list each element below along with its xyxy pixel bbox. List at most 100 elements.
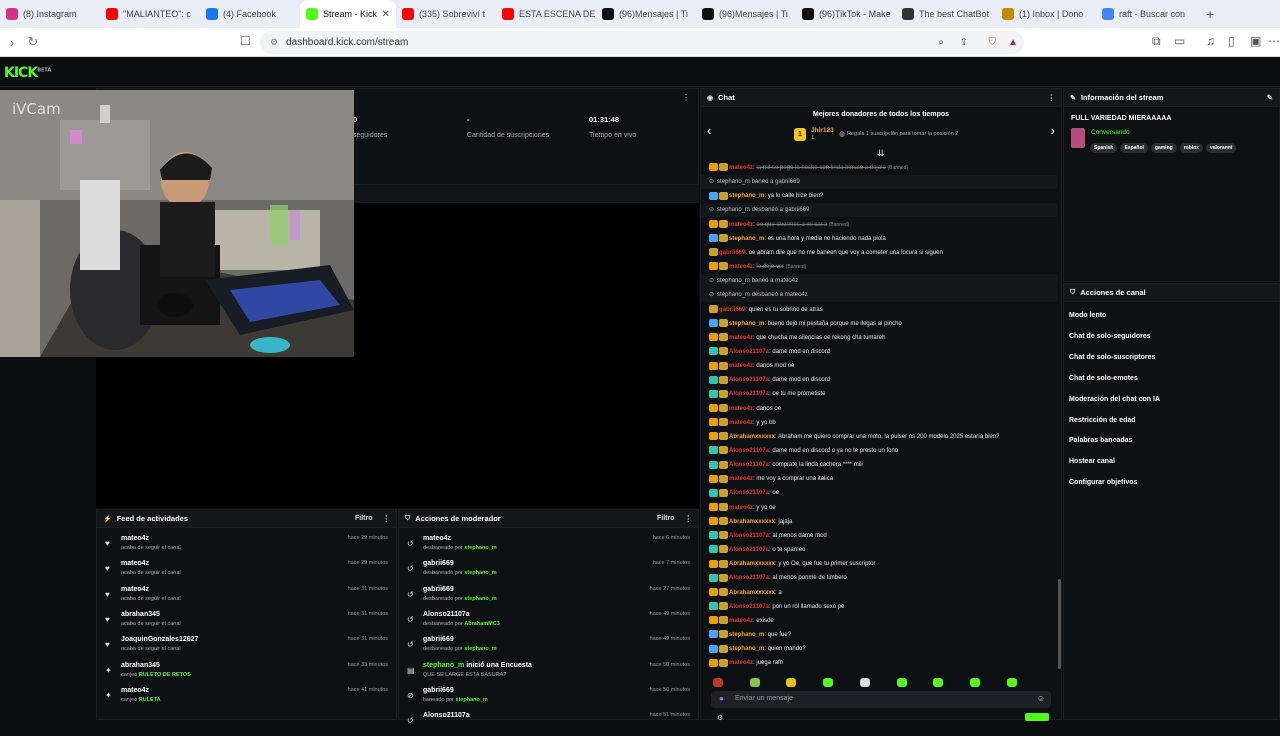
chat-username[interactable]: gabrii669 bbox=[719, 307, 745, 313]
browser-tab[interactable]: (4) Facebook bbox=[200, 0, 300, 28]
emote-icon[interactable] bbox=[933, 678, 944, 687]
channel-action-item[interactable]: Chat de solo-seguidores bbox=[1069, 333, 1151, 340]
close-tab-icon[interactable]: ✕ bbox=[382, 9, 390, 20]
browser-tab[interactable]: raft - Buscar con bbox=[1096, 0, 1196, 28]
chat-message[interactable]: Alonso21107a: al menos ponme de timbero bbox=[701, 571, 1057, 585]
menu-icon[interactable]: ⋯ bbox=[1268, 34, 1280, 48]
chat-username[interactable]: mateo4z bbox=[729, 660, 753, 666]
brave-rewards-icon[interactable]: ▲ bbox=[1008, 37, 1018, 48]
chat-username[interactable]: Alonso21107a bbox=[729, 547, 769, 553]
chat-username[interactable]: mateo4z bbox=[729, 222, 753, 228]
chat-username[interactable]: mateo4z bbox=[729, 363, 753, 369]
chat-username[interactable]: Alonso21107a bbox=[729, 448, 769, 454]
mod-user-name[interactable]: gabrii669 bbox=[423, 687, 454, 694]
chat-message[interactable]: Alonso21107a: dame mod en discord bbox=[701, 373, 1057, 387]
chat-username[interactable]: Alonso21107a bbox=[729, 575, 769, 581]
chat-message[interactable]: ⊘ stephano_m desbaneó a mateo4z bbox=[701, 288, 1057, 303]
activity-item[interactable]: ♥ JoaquinGonzales12627 acaba de seguir el … bbox=[97, 635, 396, 660]
channel-action-item[interactable]: Chat de solo-emotes bbox=[1069, 375, 1138, 382]
activity-item[interactable]: ♥ mateo4z acaba de seguir el canal hace 31 … bbox=[97, 585, 396, 610]
extensions-icon[interactable]: ⧉ bbox=[1152, 34, 1161, 49]
emote-icon[interactable] bbox=[786, 678, 797, 687]
chat-message[interactable]: mateo4z: le dejo ver (Banned) bbox=[701, 260, 1057, 274]
chat-username[interactable]: Alonso21107a bbox=[729, 391, 769, 397]
chat-username[interactable]: Alonso21107a bbox=[729, 349, 769, 355]
activity-item[interactable]: ♥ abrahan345 acaba de seguir el canal hace … bbox=[97, 610, 396, 635]
activity-filter-button[interactable]: Filtro bbox=[355, 515, 373, 522]
chat-message[interactable]: mateo4z: juega rafh bbox=[701, 656, 1057, 670]
emote-icon[interactable] bbox=[859, 678, 870, 687]
chat-message[interactable]: Abrahamxxxxxx: a bbox=[701, 586, 1057, 600]
chat-message[interactable]: Alonso21107a: oe bbox=[701, 486, 1057, 500]
chat-username[interactable]: Alonso21107a bbox=[729, 377, 769, 383]
activity-menu-icon[interactable]: ⋮ bbox=[383, 514, 391, 523]
chat-message[interactable]: Alonso21107a: al menos dame mod bbox=[701, 529, 1057, 543]
chat-username[interactable]: mateo4z bbox=[729, 618, 753, 624]
stream-tag[interactable]: valorannt bbox=[1205, 143, 1237, 153]
browser-tab[interactable]: (96)Mensajes | Ti bbox=[596, 0, 696, 28]
chat-message[interactable]: Abrahamxxxxxx: Abraham me quiero comprar… bbox=[701, 430, 1057, 444]
pause-chat-icon[interactable]: ⇊ bbox=[877, 148, 885, 159]
mod-user-name[interactable]: stephano_m bbox=[423, 662, 464, 669]
top-donor-cta[interactable]: Regala 1 suscripción para tomar la posic… bbox=[847, 131, 958, 137]
channel-action-item[interactable]: Modo lento bbox=[1069, 312, 1106, 319]
channel-action-item[interactable]: Configurar objetivos bbox=[1069, 479, 1137, 486]
mod-action-item[interactable]: ↺ mateo4z desbaneado por stephano_m hace 6 … bbox=[399, 534, 698, 559]
donors-next-icon[interactable]: › bbox=[1051, 123, 1055, 138]
chat-username[interactable]: Abrahamxxxxxx bbox=[729, 590, 775, 596]
chat-username[interactable]: Abrahamxxxxxx bbox=[729, 434, 775, 440]
reload-icon[interactable]: ↻ bbox=[21, 34, 45, 50]
share-icon[interactable]: ⇪ bbox=[960, 37, 968, 48]
chat-message[interactable]: stephano_m: bueno dejo mi pestaña porque… bbox=[701, 317, 1057, 331]
mod-action-by[interactable]: stephano_m bbox=[455, 697, 487, 703]
browser-tab[interactable]: (335) Sobreviví t bbox=[396, 0, 496, 28]
chat-username[interactable]: mateo4z bbox=[729, 406, 753, 412]
chat-message[interactable]: gabrii669: oe abram dile que no me banee… bbox=[701, 246, 1057, 260]
chat-username[interactable]: Alonso21107a bbox=[729, 533, 769, 539]
new-tab-icon[interactable]: + bbox=[1196, 6, 1224, 22]
mod-action-user[interactable]: gabrii669 bbox=[423, 687, 454, 694]
mod-action-user[interactable]: Alonso21107a bbox=[423, 611, 470, 618]
chat-username[interactable]: stephano_m bbox=[729, 321, 764, 327]
channel-action-item[interactable]: Moderación del chat con IA bbox=[1069, 396, 1160, 403]
chat-message[interactable]: stephano_m: ya lo calle hize bien? bbox=[701, 189, 1057, 203]
kick-logo[interactable]: KICKBETA bbox=[4, 65, 51, 81]
browser-tab[interactable]: "MALIANTEO": c bbox=[100, 0, 200, 28]
channel-action-item[interactable]: Restricción de edad bbox=[1069, 417, 1136, 424]
media-icon[interactable]: ♫ bbox=[1206, 34, 1215, 48]
activity-user[interactable]: mateo4z bbox=[121, 586, 149, 593]
browser-tab[interactable]: Stream - Kick ✕ bbox=[300, 0, 396, 28]
chat-message[interactable]: Alonso21107a: dame mod en discord bbox=[701, 345, 1057, 359]
mod-action-by[interactable]: AbrahamMC3 bbox=[464, 621, 499, 627]
edit-info-icon[interactable]: ✎ bbox=[1267, 93, 1273, 102]
vpn-icon[interactable]: ▣ bbox=[1250, 34, 1261, 48]
zoom-icon[interactable]: ⌕ bbox=[938, 37, 944, 48]
chat-message[interactable]: mateo4z: danos oe bbox=[701, 402, 1057, 416]
activity-user[interactable]: mateo4z bbox=[121, 535, 149, 542]
stats-menu-icon[interactable]: ⋮ bbox=[682, 93, 690, 102]
stream-tag[interactable]: roblox bbox=[1179, 143, 1203, 153]
chat-username[interactable]: mateo4z bbox=[729, 264, 753, 270]
chat-message[interactable]: mateo4z: me voy a comprar una italica bbox=[701, 472, 1057, 486]
mod-action-item[interactable]: ↺ gabrii669 desbaneado por stephano_m hace … bbox=[399, 635, 698, 660]
chat-message[interactable]: Alonso21107a: comprate la linda cachera … bbox=[701, 458, 1057, 472]
activity-item[interactable]: ✦ mateo4z canjeó RULETA hace 41 minutos bbox=[97, 686, 396, 711]
chat-message[interactable]: stephano_m: quien mando? bbox=[701, 642, 1057, 656]
activity-user[interactable]: abrahan345 bbox=[121, 611, 160, 618]
chat-username[interactable]: stephano_m bbox=[729, 236, 764, 242]
activity-user[interactable]: abrahan345 bbox=[121, 662, 160, 669]
emote-icon[interactable] bbox=[749, 678, 760, 687]
mod-action-by[interactable]: stephano_m bbox=[464, 596, 496, 602]
mod-action-item[interactable]: ⊘ gabrii669 baneado por stephano_m hace 50 … bbox=[399, 686, 698, 711]
chat-message[interactable]: mateo4z: oe que duermes a mi casa (Banne… bbox=[701, 218, 1057, 232]
chat-message[interactable]: mateo4z: exisde bbox=[701, 614, 1057, 628]
activity-user[interactable]: JoaquinGonzales12627 bbox=[121, 636, 198, 643]
chat-scrollbar[interactable] bbox=[1058, 579, 1061, 669]
chat-message[interactable]: ⊘ stephano_m baneó a mateo4z bbox=[701, 274, 1057, 289]
chat-message[interactable]: stephano_m: es una hora y media no hacie… bbox=[701, 232, 1057, 246]
emote-icon[interactable] bbox=[896, 678, 907, 687]
chat-message[interactable]: mateo4z: que chucha me silencias oe reko… bbox=[701, 331, 1057, 345]
browser-tab[interactable]: The best ChatBot bbox=[896, 0, 996, 28]
chat-message[interactable]: mateo4z: y yo oe bbox=[701, 501, 1057, 515]
mod-user-name[interactable]: gabrii669 bbox=[423, 636, 454, 643]
